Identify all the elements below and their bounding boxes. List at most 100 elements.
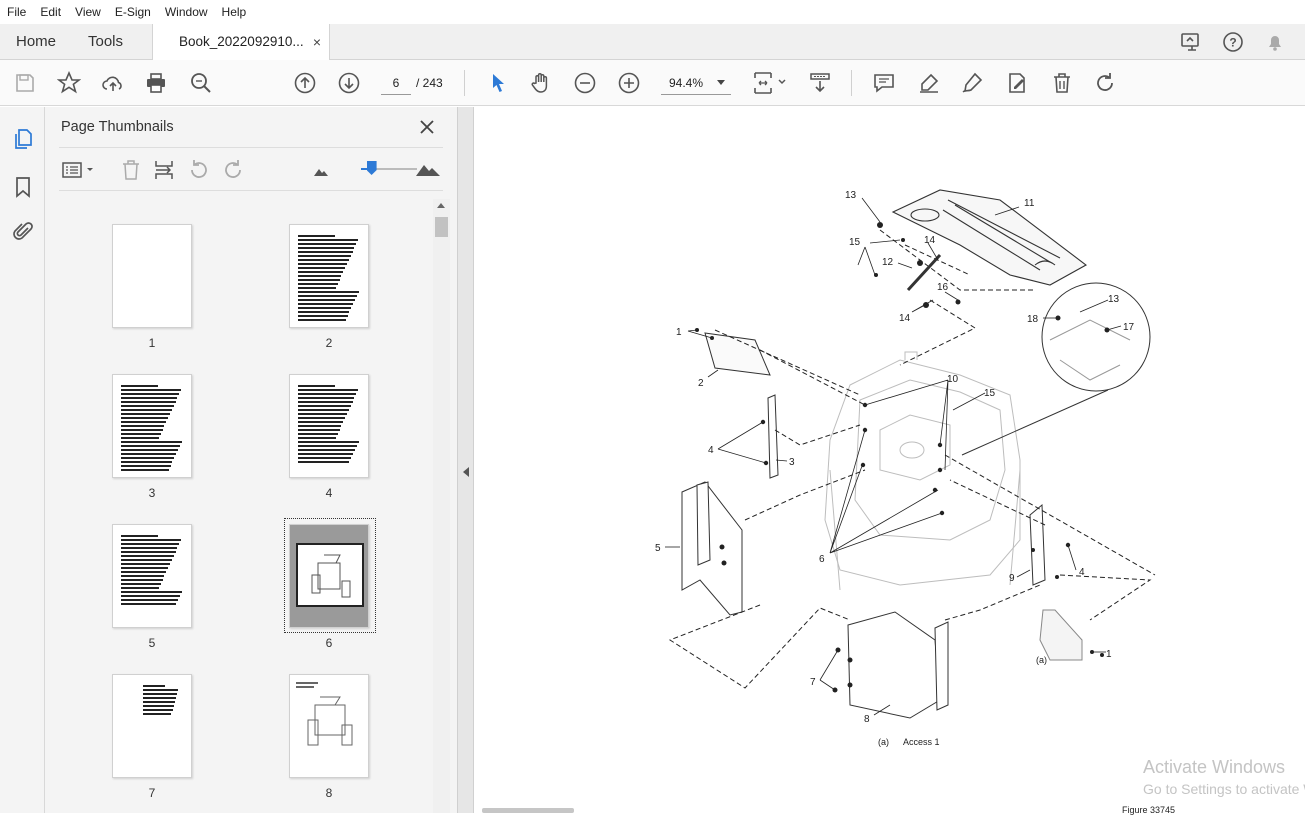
bookmarks-icon[interactable]	[11, 175, 35, 199]
thumbnail-text-line	[298, 315, 348, 317]
select-tool-button[interactable]	[485, 70, 511, 96]
callout-10: 10	[947, 374, 959, 385]
callout-14: 14	[924, 235, 936, 246]
thumbnail-page-5[interactable]	[112, 524, 192, 628]
previous-page-button[interactable]	[292, 70, 318, 96]
zoom-out-button[interactable]	[572, 70, 598, 96]
thumbnail-text-line	[298, 299, 356, 301]
menu-edit[interactable]: Edit	[33, 5, 68, 19]
thumbnail-scrollbar[interactable]	[433, 199, 450, 813]
collapse-panel-arrow-icon[interactable]	[463, 467, 469, 477]
draw-button[interactable]	[959, 70, 985, 96]
page-fit-button[interactable]	[752, 70, 790, 96]
find-button[interactable]	[188, 70, 214, 96]
thumbnail-label: 8	[325, 786, 333, 800]
callout-15: 15	[849, 237, 861, 248]
thumbnail-text-line	[121, 397, 178, 399]
thumbnail-text-line	[298, 433, 338, 435]
bookmark-star-button[interactable]	[56, 70, 82, 96]
scrolling-mode-button[interactable]	[807, 70, 833, 96]
delete-pages-button[interactable]	[120, 158, 142, 182]
help-icon[interactable]: ?	[1221, 30, 1245, 54]
page-thumbnails-icon[interactable]	[11, 127, 35, 151]
share-screen-icon[interactable]	[1179, 30, 1203, 54]
panel-splitter[interactable]	[457, 107, 474, 813]
close-tab-button[interactable]: ×	[313, 24, 321, 60]
thumbnail-text-line	[298, 247, 355, 249]
document-view[interactable]: 1 1 2 3 4 4 5 6 7 8 9 10 11 12 13 13 14 …	[475, 107, 1305, 813]
delete-button[interactable]	[1049, 70, 1075, 96]
thumbnail-text-line	[298, 405, 351, 407]
callout-11: 11	[1024, 198, 1035, 209]
next-page-button[interactable]	[336, 70, 362, 96]
thumbnail-text-line	[121, 417, 169, 419]
rotate-counterclockwise-button[interactable]	[187, 158, 211, 182]
minus-circle-icon	[574, 72, 596, 94]
thumbnail-list: 1 2 3 4 5 6 7 8	[59, 197, 435, 813]
activation-watermark-title: Activate Windows	[1143, 757, 1286, 777]
upload-cloud-button[interactable]	[100, 70, 126, 96]
scrollbar-thumb[interactable]	[435, 217, 448, 237]
menu-esign[interactable]: E-Sign	[108, 5, 158, 19]
extract-pages-button[interactable]	[152, 158, 176, 182]
small-thumbnail-icon[interactable]	[313, 164, 329, 188]
thumbnail-text-line	[143, 697, 176, 699]
rotate-button[interactable]	[1092, 70, 1118, 96]
tab-document[interactable]: Book_2022092910... ×	[152, 24, 330, 60]
scroll-up-arrow-icon[interactable]	[437, 203, 445, 208]
thumbnail-options-button[interactable]	[61, 158, 99, 182]
chevron-down-icon	[717, 80, 725, 85]
callout-13: 13	[1108, 294, 1120, 305]
tab-home[interactable]: Home	[16, 24, 56, 59]
tab-tools[interactable]: Tools	[88, 24, 123, 59]
rotate-ccw-icon	[191, 160, 207, 178]
thumbnail-label: 6	[325, 636, 333, 650]
notifications-bell-icon[interactable]	[1263, 30, 1287, 54]
document-horizontal-scrollbar[interactable]	[482, 808, 574, 813]
close-panel-button[interactable]	[417, 117, 437, 137]
thumbnail-label: 3	[148, 486, 156, 500]
rotate-clockwise-icon	[1097, 73, 1113, 91]
thumbnail-page-7[interactable]	[112, 674, 192, 778]
callout-13: 13	[845, 190, 857, 201]
comment-button[interactable]	[871, 70, 897, 96]
save-button[interactable]	[12, 70, 38, 96]
thumbnail-text-line	[121, 551, 176, 553]
thumbnail-page-6[interactable]	[289, 524, 369, 628]
thumbnail-label: 5	[148, 636, 156, 650]
comment-icon	[874, 74, 894, 93]
thumbnail-text-line	[121, 543, 180, 545]
callout-12: 12	[882, 257, 894, 268]
fill-sign-button[interactable]	[1004, 70, 1030, 96]
menu-view[interactable]: View	[68, 5, 108, 19]
search-icon	[191, 73, 211, 93]
fill-sign-icon	[1009, 73, 1025, 93]
highlight-button[interactable]	[916, 70, 942, 96]
thumbnail-page-1[interactable]	[112, 224, 192, 328]
thumbnail-text-line	[298, 283, 338, 285]
page-number-input[interactable]: 6	[381, 71, 411, 95]
zoom-level-select[interactable]: 94.4%	[661, 71, 731, 95]
thumbnail-label: 4	[325, 486, 333, 500]
rotate-clockwise-button[interactable]	[221, 158, 245, 182]
thumbnail-text-line	[298, 393, 357, 395]
close-icon	[420, 120, 434, 134]
large-thumbnail-icon[interactable]	[415, 159, 441, 183]
print-button[interactable]	[143, 70, 169, 96]
thumbnail-page-8[interactable]	[289, 674, 369, 778]
thumbnail-page-6-figure	[296, 543, 364, 607]
menu-file[interactable]: File	[0, 5, 33, 19]
thumbnail-size-slider-handle[interactable]	[366, 161, 377, 175]
thumbnail-page-2[interactable]	[289, 224, 369, 328]
menu-help[interactable]: Help	[215, 5, 254, 19]
attachments-icon[interactable]	[11, 220, 35, 244]
thumbnail-text-line	[298, 445, 357, 447]
thumbnail-label: 1	[148, 336, 156, 350]
thumbnail-page-4[interactable]	[289, 374, 369, 478]
hand-tool-button[interactable]	[528, 70, 554, 96]
menu-window[interactable]: Window	[158, 5, 215, 19]
toolbar-divider	[464, 70, 465, 96]
thumbnail-page-3[interactable]	[112, 374, 192, 478]
zoom-in-button[interactable]	[616, 70, 642, 96]
thumbnail-text-line	[121, 599, 179, 601]
